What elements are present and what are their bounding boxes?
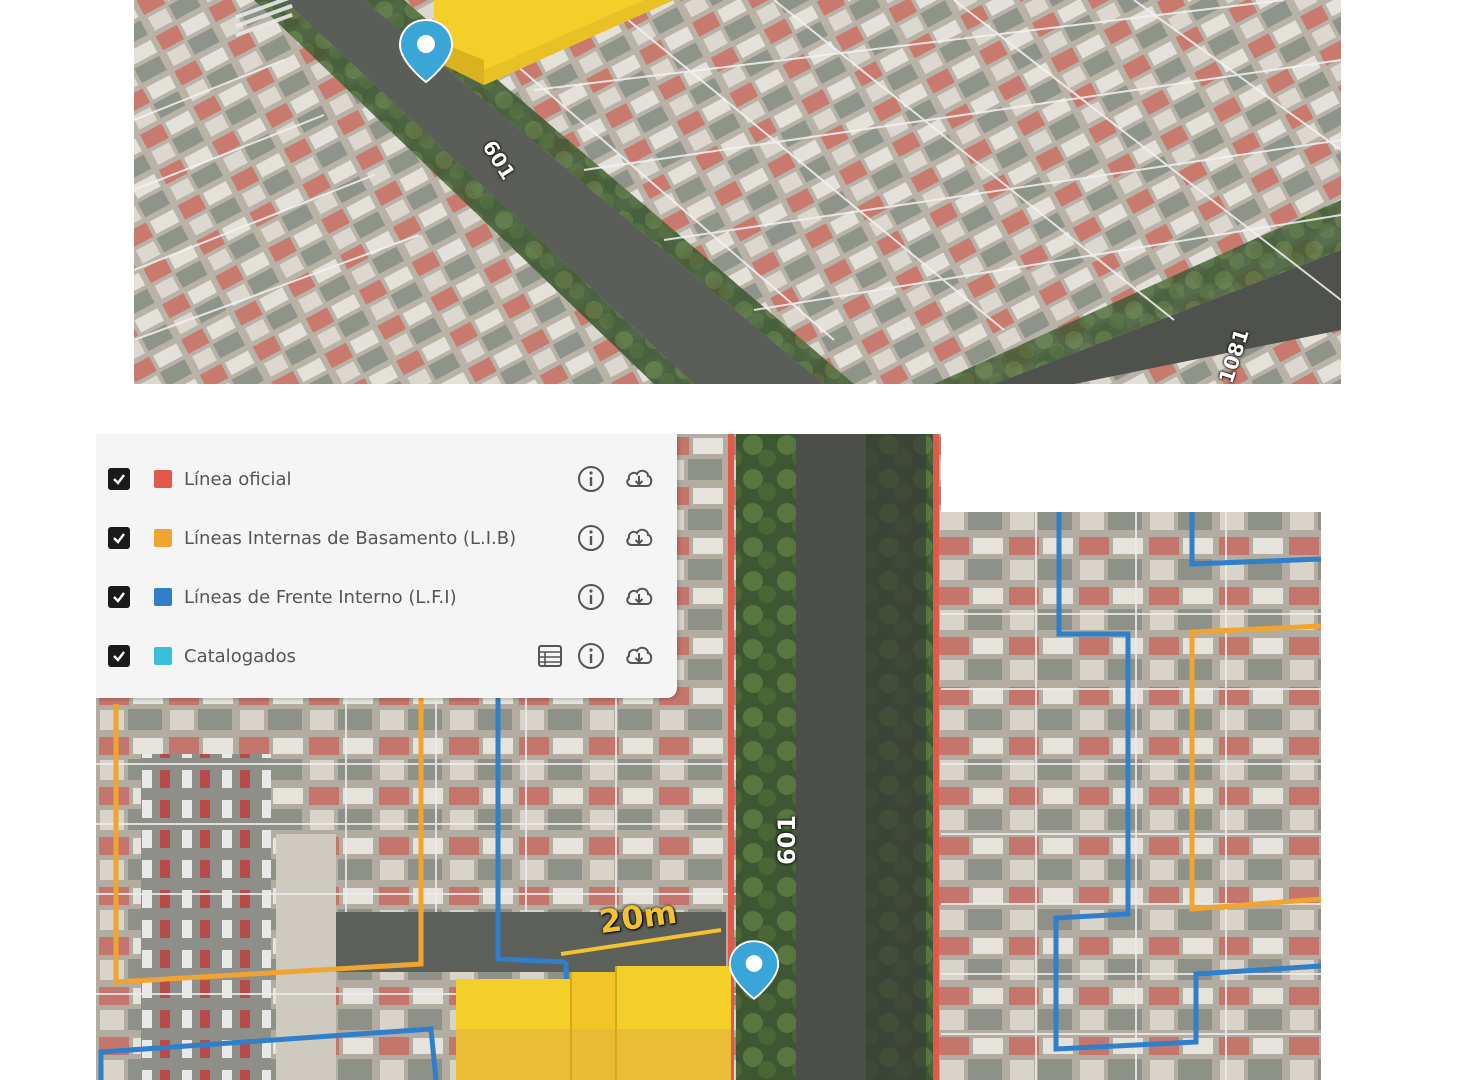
info-button[interactable] bbox=[575, 640, 607, 672]
table-button[interactable] bbox=[534, 640, 566, 672]
layer-checkbox[interactable] bbox=[108, 645, 130, 667]
download-button[interactable] bbox=[623, 581, 655, 613]
info-icon bbox=[578, 584, 604, 610]
check-icon bbox=[113, 651, 125, 662]
layer-checkbox[interactable] bbox=[108, 586, 130, 608]
layer-color-swatch bbox=[154, 588, 172, 606]
layer-row-lineas-de-frente-interno: Líneas de Frente Interno (L.F.I) bbox=[96, 577, 677, 617]
cloud-download-icon bbox=[626, 646, 653, 664]
layer-color-swatch bbox=[154, 470, 172, 488]
check-icon bbox=[113, 533, 125, 544]
info-button[interactable] bbox=[575, 581, 607, 613]
layer-checkbox[interactable] bbox=[108, 468, 130, 490]
layer-label: Línea oficial bbox=[184, 468, 292, 490]
layer-checkbox[interactable] bbox=[108, 527, 130, 549]
info-button[interactable] bbox=[575, 522, 607, 554]
check-icon bbox=[113, 592, 125, 603]
cloud-download-icon bbox=[626, 528, 653, 546]
layer-label: Líneas de Frente Interno (L.F.I) bbox=[184, 586, 457, 608]
location-marker[interactable] bbox=[728, 939, 780, 1001]
cloud-download-icon bbox=[626, 587, 653, 605]
info-button[interactable] bbox=[575, 463, 607, 495]
top-map-imagery bbox=[134, 0, 1341, 384]
download-button[interactable] bbox=[623, 640, 655, 672]
table-icon bbox=[538, 645, 562, 667]
layer-row-linea-oficial: Línea oficial bbox=[96, 459, 677, 499]
layer-label: Líneas Internas de Basamento (L.I.B) bbox=[184, 527, 517, 549]
location-pin-icon bbox=[728, 940, 780, 1000]
info-icon bbox=[578, 466, 604, 492]
layer-color-swatch bbox=[154, 529, 172, 547]
layer-row-lineas-internas-de-basamento: Líneas Internas de Basamento (L.I.B) bbox=[96, 518, 677, 558]
layer-label: Catalogados bbox=[184, 645, 296, 667]
top-3d-map-view[interactable]: 601 1081 bbox=[134, 0, 1341, 384]
layer-row-catalogados: Catalogados bbox=[96, 636, 677, 676]
location-pin-icon bbox=[398, 18, 454, 84]
cloud-download-icon bbox=[626, 469, 653, 487]
download-button[interactable] bbox=[623, 522, 655, 554]
download-button[interactable] bbox=[623, 463, 655, 495]
info-icon bbox=[578, 525, 604, 551]
building-volume bbox=[456, 966, 731, 1080]
bottom-plan-map-view[interactable]: 20m 601 Línea oficial Líneas Internas de… bbox=[96, 434, 1321, 1080]
layer-color-swatch bbox=[154, 647, 172, 665]
layer-panel: Línea oficial Líneas Internas de Basamen… bbox=[96, 434, 677, 698]
location-marker[interactable] bbox=[398, 18, 454, 84]
check-icon bbox=[113, 474, 125, 485]
road-label-601: 601 bbox=[773, 814, 802, 866]
info-icon bbox=[578, 643, 604, 669]
